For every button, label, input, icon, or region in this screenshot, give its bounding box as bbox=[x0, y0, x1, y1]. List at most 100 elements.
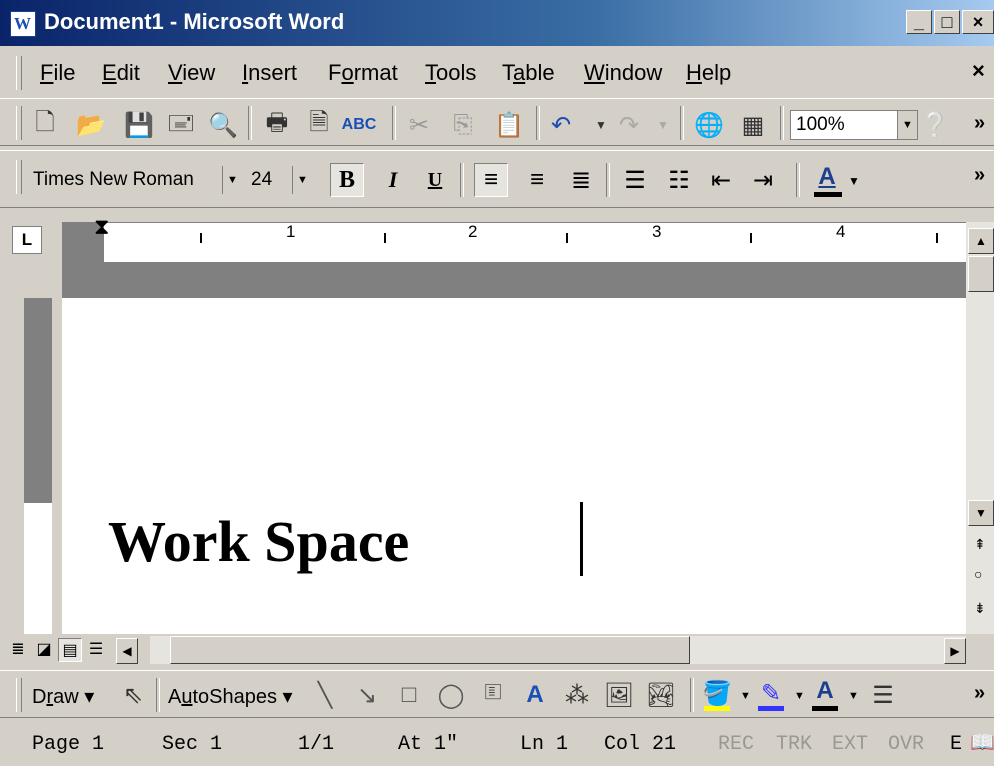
email-icon[interactable]: 🖃 bbox=[166, 109, 196, 140]
scroll-up-button[interactable]: ▲ bbox=[968, 228, 994, 254]
more-buttons-icon[interactable]: » bbox=[974, 112, 985, 135]
maximize-button[interactable]: □ bbox=[934, 10, 960, 34]
tab-selector-button[interactable]: L bbox=[12, 226, 42, 254]
new-document-icon[interactable]: 🗋 bbox=[30, 109, 60, 140]
horizontal-scroll-thumb[interactable] bbox=[170, 636, 690, 664]
print-preview-icon[interactable]: 🗎 bbox=[304, 109, 334, 140]
menu-view[interactable]: View bbox=[168, 60, 215, 86]
chevron-down-icon[interactable]: ▼ bbox=[740, 690, 751, 702]
underline-button[interactable]: U bbox=[418, 163, 452, 197]
autoshapes-menu-button[interactable]: AutoShapes ▾ bbox=[168, 684, 293, 709]
horizontal-ruler[interactable]: 1 2 3 4 bbox=[62, 222, 966, 263]
spelling-status-icon[interactable]: 📖 bbox=[970, 730, 994, 755]
align-center-icon[interactable]: ≡ bbox=[520, 163, 554, 197]
select-browse-object-icon[interactable]: ○ bbox=[974, 566, 982, 582]
formatting-toolbar-grip[interactable] bbox=[16, 160, 22, 194]
rectangle-icon[interactable]: □ bbox=[394, 680, 424, 710]
redo-dropdown-icon[interactable]: ▼ bbox=[648, 110, 678, 140]
menu-insert[interactable]: Insert bbox=[242, 60, 297, 86]
oval-icon[interactable]: ◯ bbox=[436, 680, 466, 710]
chevron-down-icon[interactable]: ▼ bbox=[848, 690, 859, 702]
standard-toolbar-grip[interactable] bbox=[16, 106, 22, 140]
undo-icon[interactable]: ↶ bbox=[546, 110, 576, 140]
clip-art-icon[interactable]: 🖼 bbox=[604, 680, 634, 710]
search-icon[interactable]: 🔍 bbox=[208, 110, 238, 140]
scroll-right-button[interactable]: ▶ bbox=[944, 638, 966, 664]
wordart-icon[interactable]: A bbox=[520, 680, 550, 710]
help-icon[interactable]: ❔ bbox=[920, 110, 950, 140]
indent-marker-icon[interactable]: ⧗ bbox=[94, 216, 109, 238]
outline-view-icon[interactable]: ☰ bbox=[84, 638, 108, 662]
menu-table[interactable]: Table bbox=[502, 60, 555, 86]
line-icon[interactable]: ╲ bbox=[310, 680, 340, 710]
drawing-toolbar-grip[interactable] bbox=[16, 678, 22, 712]
document-page[interactable] bbox=[62, 298, 966, 634]
menu-window[interactable]: Window bbox=[584, 60, 662, 86]
more-buttons-icon[interactable]: » bbox=[974, 682, 985, 705]
status-rec[interactable]: REC bbox=[718, 733, 754, 756]
font-size-combo[interactable]: 24 ▼ bbox=[246, 166, 318, 196]
minimize-button[interactable]: _ bbox=[906, 10, 932, 34]
status-trk[interactable]: TRK bbox=[776, 733, 812, 756]
print-layout-view-icon[interactable]: ▤ bbox=[58, 638, 82, 662]
copy-icon[interactable]: ⎘ bbox=[448, 110, 478, 140]
zoom-combo[interactable]: 100% ▼ bbox=[790, 110, 918, 140]
scroll-down-button[interactable]: ▼ bbox=[968, 500, 994, 526]
insert-picture-icon[interactable]: 🏞 bbox=[646, 680, 676, 710]
close-document-button[interactable]: × bbox=[972, 58, 985, 84]
status-ovr[interactable]: OVR bbox=[888, 733, 924, 756]
more-buttons-icon[interactable]: » bbox=[974, 164, 985, 187]
bullets-icon[interactable]: ☷ bbox=[662, 163, 696, 197]
justify-icon[interactable]: ≣ bbox=[564, 163, 598, 197]
chevron-down-icon[interactable]: ▼ bbox=[292, 166, 312, 194]
spelling-icon[interactable]: ABC bbox=[342, 110, 377, 140]
paste-icon[interactable]: 📋 bbox=[494, 110, 524, 140]
open-folder-icon[interactable]: 📂 bbox=[76, 110, 106, 140]
menu-help[interactable]: Help bbox=[686, 60, 731, 86]
increase-indent-icon[interactable]: ⇥ bbox=[746, 163, 780, 197]
chevron-down-icon[interactable]: ▼ bbox=[848, 174, 860, 188]
next-page-icon[interactable]: ⇟ bbox=[974, 600, 986, 617]
menu-file[interactable]: File bbox=[40, 60, 75, 86]
chevron-down-icon[interactable]: ▼ bbox=[222, 166, 242, 194]
draw-menu-button[interactable]: Draw ▾ bbox=[32, 684, 94, 709]
previous-page-icon[interactable]: ⇞ bbox=[974, 536, 986, 553]
status-at: At 1" bbox=[398, 733, 459, 756]
fill-color-icon[interactable]: 🪣 bbox=[702, 678, 732, 708]
menubar-grip[interactable] bbox=[16, 56, 22, 90]
chevron-down-icon[interactable]: ▼ bbox=[794, 690, 805, 702]
line-style-icon[interactable]: ☰ bbox=[868, 680, 898, 710]
menu-tools[interactable]: Tools bbox=[425, 60, 476, 86]
arrow-icon[interactable]: ↘ bbox=[352, 680, 382, 710]
text-box-icon[interactable]: 🗉 bbox=[478, 679, 508, 710]
undo-dropdown-icon[interactable]: ▼ bbox=[586, 110, 616, 140]
line-color-icon[interactable]: ✎ bbox=[756, 678, 786, 708]
close-window-button[interactable]: × bbox=[962, 10, 994, 34]
menu-format[interactable]: Format bbox=[328, 60, 398, 86]
bold-button[interactable]: B bbox=[330, 163, 364, 197]
font-name-combo[interactable]: Times New Roman ▼ bbox=[28, 166, 242, 196]
normal-view-icon[interactable]: ≣ bbox=[6, 638, 30, 662]
tables-borders-icon[interactable]: ▦ bbox=[738, 110, 768, 140]
scroll-left-button[interactable]: ◀ bbox=[116, 638, 138, 664]
hyperlink-icon[interactable]: 🌐 bbox=[694, 110, 724, 140]
numbering-icon[interactable]: ☰ bbox=[618, 163, 652, 197]
print-icon[interactable]: 🖶 bbox=[262, 109, 292, 140]
web-layout-view-icon[interactable]: ◪ bbox=[32, 638, 56, 662]
font-color-icon[interactable]: A bbox=[810, 160, 844, 194]
chevron-down-icon[interactable]: ▼ bbox=[897, 111, 917, 139]
redo-icon[interactable]: ↷ bbox=[614, 110, 644, 140]
diagram-icon[interactable]: ⁂ bbox=[562, 680, 592, 710]
word-app-icon[interactable]: W bbox=[10, 11, 36, 37]
select-objects-icon[interactable]: ⇖ bbox=[118, 680, 148, 710]
italic-button[interactable]: I bbox=[376, 163, 410, 197]
status-ext[interactable]: EXT bbox=[832, 733, 868, 756]
document-text[interactable]: Work Space bbox=[108, 508, 409, 575]
cut-icon[interactable]: ✂ bbox=[404, 110, 434, 140]
align-left-icon[interactable]: ≡ bbox=[474, 163, 508, 197]
draw-font-color-icon[interactable]: A bbox=[810, 676, 840, 706]
vertical-scroll-thumb[interactable] bbox=[968, 256, 994, 292]
decrease-indent-icon[interactable]: ⇤ bbox=[704, 163, 738, 197]
save-icon[interactable]: 💾 bbox=[124, 110, 154, 140]
menu-edit[interactable]: Edit bbox=[102, 60, 140, 86]
